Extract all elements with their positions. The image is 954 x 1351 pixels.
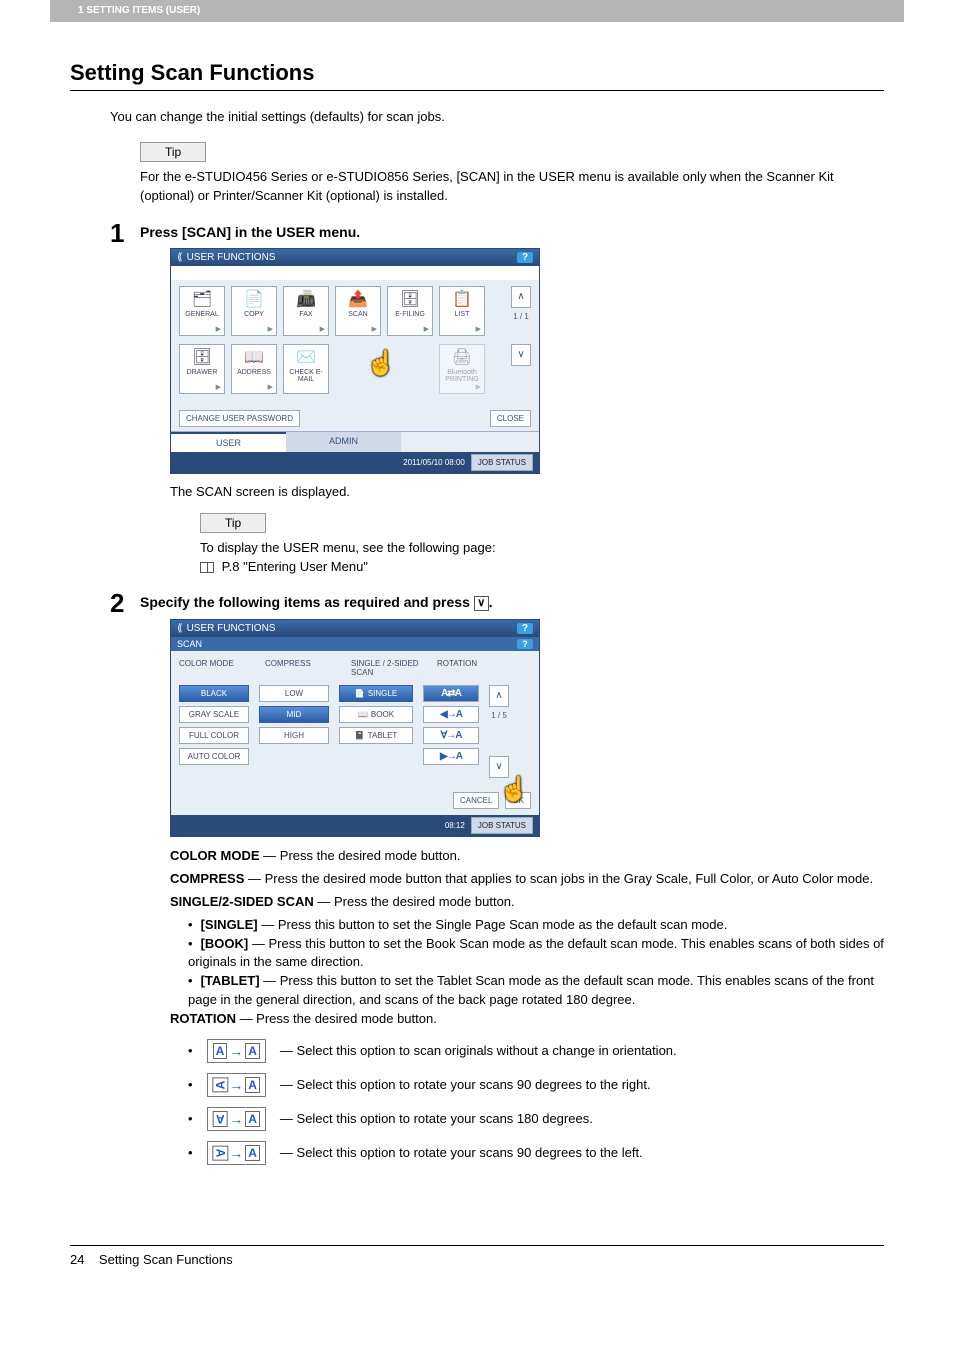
job-status-button[interactable]: JOB STATUS xyxy=(471,454,533,471)
scan-crumb: SCAN xyxy=(177,639,202,649)
header-color-mode: COLOR MODE xyxy=(179,659,257,677)
header-rotation: ROTATION xyxy=(437,659,515,677)
step-number: 1 xyxy=(110,218,124,249)
help-icon[interactable]: ? xyxy=(517,252,533,263)
down-arrow-icon: ∨ xyxy=(474,596,489,611)
general-button[interactable]: 🗂GENERAL▶ xyxy=(179,286,225,336)
scan-settings-panel: ⟪USER FUNCTIONS ? SCAN ? COLOR MODE COMP… xyxy=(170,619,540,837)
help-icon[interactable]: ? xyxy=(517,623,533,634)
tip-text: For the e-STUDIO456 Series or e-STUDIO85… xyxy=(140,168,884,206)
desc-sided: SINGLE/2-SIDED SCAN — Press the desired … xyxy=(170,893,884,912)
help-icon[interactable]: ? xyxy=(517,639,533,649)
job-status-button[interactable]: JOB STATUS xyxy=(471,817,533,834)
panel-title: ⟪USER FUNCTIONS xyxy=(177,623,275,634)
running-header: 1 SETTING ITEMS (USER) xyxy=(68,0,904,22)
step-number: 2 xyxy=(110,588,124,619)
color-black-button[interactable]: BLACK xyxy=(179,685,249,702)
bluetooth-printing-button: 🖨Bluetooth PRINTING▶ xyxy=(439,344,485,394)
desc-compress: COMPRESS — Press the desired mode button… xyxy=(170,870,884,889)
title-rule xyxy=(70,90,884,91)
step-1: 1 Press [SCAN] in the USER menu. xyxy=(140,224,884,240)
desc-color-mode: COLOR MODE — Press the desired mode butt… xyxy=(170,847,884,866)
scroll-down-button[interactable]: ∨ xyxy=(511,344,531,366)
page-footer: 24 Setting Scan Functions xyxy=(70,1252,884,1267)
tab-admin[interactable]: ADMIN xyxy=(286,432,401,452)
desc-book: [BOOK] — Press this button to set the Bo… xyxy=(188,935,884,973)
tip2-line1: To display the USER menu, see the follow… xyxy=(200,539,884,558)
book-ref-icon xyxy=(200,562,214,573)
sided-single-button[interactable]: 📄SINGLE xyxy=(339,685,413,702)
address-button[interactable]: 📖ADDRESS▶ xyxy=(231,344,277,394)
close-button[interactable]: CLOSE xyxy=(490,410,531,427)
copy-button[interactable]: 📄COPY▶ xyxy=(231,286,277,336)
page-title: Setting Scan Functions xyxy=(70,60,884,86)
compress-high-button[interactable]: HIGH xyxy=(259,727,329,744)
compress-mid-button[interactable]: MID xyxy=(259,706,329,723)
rotation-option-90l: A→A — Select this option to rotate your … xyxy=(188,1141,884,1165)
list-button[interactable]: 📋LIST▶ xyxy=(439,286,485,336)
header-sided: SINGLE / 2-SIDED SCAN xyxy=(351,659,429,677)
efiling-button[interactable]: 🗄E-FILING▶ xyxy=(387,286,433,336)
cursor-hand-icon: ☝ xyxy=(499,775,529,804)
intro-text: You can change the initial settings (def… xyxy=(110,109,884,124)
tip-label: Tip xyxy=(140,142,206,162)
rotation-option-180: A→A — Select this option to rotate your … xyxy=(188,1107,884,1131)
change-password-button[interactable]: CHANGE USER PASSWORD xyxy=(179,410,300,427)
scan-button[interactable]: 📤SCAN▶ xyxy=(335,286,381,336)
tip2-line2: P.8 "Entering User Menu" xyxy=(200,558,884,577)
rotation-0-button[interactable]: A⇄A xyxy=(423,685,479,702)
color-autocolor-button[interactable]: AUTO COLOR xyxy=(179,748,249,765)
check-email-button[interactable]: ✉️CHECK E-MAIL xyxy=(283,344,329,394)
fax-button[interactable]: 📠FAX▶ xyxy=(283,286,329,336)
rotation-180-icon: A→A xyxy=(207,1107,266,1131)
rotation-90r-icon: A→A xyxy=(207,1073,266,1097)
step-2: 2 Specify the following items as require… xyxy=(140,594,884,611)
rotation-0-icon: A→A xyxy=(207,1039,266,1063)
cursor-hand-icon: ☝ xyxy=(366,349,396,378)
sided-book-button[interactable]: 📖BOOK xyxy=(339,706,413,723)
color-fullcolor-button[interactable]: FULL COLOR xyxy=(179,727,249,744)
user-functions-panel: ⟪USER FUNCTIONS ? 🗂GENERAL▶ 📄COPY▶ 📠FAX▶… xyxy=(170,248,540,474)
scroll-up-button[interactable]: ∧ xyxy=(489,685,509,707)
step-title: Specify the following items as required … xyxy=(140,594,884,611)
step-title: Press [SCAN] in the USER menu. xyxy=(140,224,884,240)
rotation-180-button[interactable]: ∀→A xyxy=(423,727,479,744)
scroll-up-button[interactable]: ∧ xyxy=(511,286,531,308)
tab-user[interactable]: USER xyxy=(171,432,286,452)
desc-single: [SINGLE] — Press this button to set the … xyxy=(188,916,884,935)
header-compress: COMPRESS xyxy=(265,659,343,677)
cancel-button[interactable]: CANCEL xyxy=(453,792,499,809)
drawer-button[interactable]: 🗄DRAWER▶ xyxy=(179,344,225,394)
step1-after: The SCAN screen is displayed. xyxy=(170,484,884,499)
rotation-option-0: A→A — Select this option to scan origina… xyxy=(188,1039,884,1063)
desc-rotation: ROTATION — Press the desired mode button… xyxy=(170,1010,884,1029)
panel-titlebar: ⟪USER FUNCTIONS ? xyxy=(171,249,539,266)
rotation-option-90r: A→A — Select this option to rotate your … xyxy=(188,1073,884,1097)
breadcrumb-bar xyxy=(171,266,539,280)
color-grayscale-button[interactable]: GRAY SCALE xyxy=(179,706,249,723)
panel-title: ⟪USER FUNCTIONS xyxy=(177,252,275,263)
datetime: 2011/05/10 08:00 xyxy=(403,458,465,467)
page-indicator: 1 / 5 xyxy=(489,711,509,720)
tip2-label: Tip xyxy=(200,513,266,533)
rotation-90r-button[interactable]: ◀→A xyxy=(423,706,479,723)
rotation-90l-button[interactable]: ▶→A xyxy=(423,748,479,765)
compress-low-button[interactable]: LOW xyxy=(259,685,329,702)
page-indicator: 1 / 1 xyxy=(511,312,531,321)
left-margin-stripe xyxy=(50,0,68,22)
footer-rule xyxy=(70,1245,884,1246)
sided-tablet-button[interactable]: 📓TABLET xyxy=(339,727,413,744)
datetime: 08:12 xyxy=(445,821,465,830)
desc-tablet: [TABLET] — Press this button to set the … xyxy=(188,972,884,1010)
panel-titlebar: ⟪USER FUNCTIONS ? xyxy=(171,620,539,637)
rotation-90l-icon: A→A xyxy=(207,1141,266,1165)
